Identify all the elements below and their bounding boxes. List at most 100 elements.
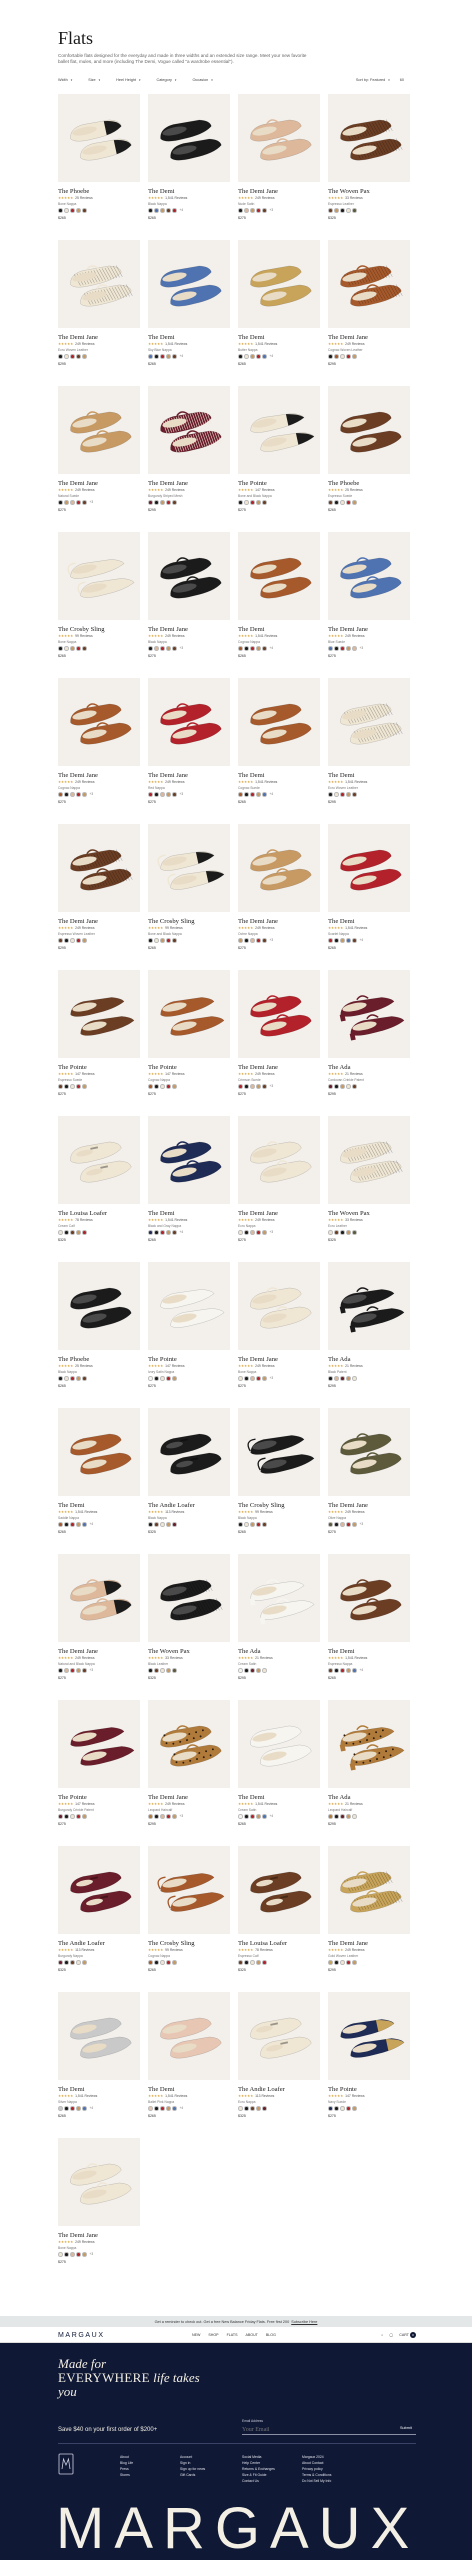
color-swatch[interactable]	[256, 1668, 261, 1673]
color-swatch[interactable]	[250, 938, 255, 943]
review-count[interactable]: 78 Reviews	[75, 1218, 93, 1222]
nav-link-shop[interactable]: SHOP	[208, 2333, 218, 2337]
color-swatch[interactable]	[154, 500, 159, 505]
color-swatch[interactable]	[250, 646, 255, 651]
product-card[interactable]: The Ada ★★★★★ 21 Reviews Leopard Haircalf $2…	[328, 1700, 410, 1846]
more-colors-count[interactable]: +3	[359, 1522, 363, 1526]
color-swatch[interactable]	[328, 1230, 333, 1235]
product-card[interactable]: The Demi Jane ★★★★★ 249 Reviews Black Nappa…	[148, 532, 230, 678]
color-swatch[interactable]	[346, 208, 351, 213]
more-colors-count[interactable]: +4	[269, 354, 273, 358]
color-swatch[interactable]	[172, 1522, 177, 1527]
product-image[interactable]	[148, 1992, 230, 2080]
product-name[interactable]: The Phoebe	[58, 1356, 140, 1363]
color-swatch[interactable]	[340, 1376, 345, 1381]
color-swatch[interactable]	[148, 500, 153, 505]
product-name[interactable]: The Demi Jane	[328, 626, 410, 633]
product-name[interactable]: The Demi	[238, 772, 320, 779]
color-swatch[interactable]	[172, 1814, 177, 1819]
color-swatch[interactable]	[250, 1084, 255, 1089]
color-swatch[interactable]	[250, 1522, 255, 1527]
color-swatch[interactable]	[340, 500, 345, 505]
product-image[interactable]	[148, 1408, 230, 1496]
product-card[interactable]: The Demi Jane ★★★★★ 249 Reviews Burgundy St…	[148, 386, 230, 532]
product-card[interactable]: The Demi ★★★★★ 1,541 Reviews Ecru Woven Lea…	[328, 678, 410, 824]
color-swatch[interactable]	[256, 646, 261, 651]
review-count[interactable]: 249 Reviews	[165, 780, 184, 784]
nav-link-flats[interactable]: FLATS	[227, 2333, 238, 2337]
review-count[interactable]: 147 Reviews	[165, 1072, 184, 1076]
product-name[interactable]: The Pointe	[58, 1794, 140, 1801]
product-card[interactable]: The Demi Jane ★★★★★ 249 Reviews Cognac Wove…	[328, 240, 410, 386]
more-colors-count[interactable]: +3	[89, 792, 93, 796]
product-card[interactable]: The Demi Jane ★★★★★ 249 Reviews Blue Suede +…	[328, 532, 410, 678]
color-swatch[interactable]	[160, 500, 165, 505]
product-name[interactable]: The Demi	[148, 334, 230, 341]
product-card[interactable]: The Andie Loafer ★★★★★ 113 Reviews Ecru Nap…	[238, 1992, 320, 2138]
product-image[interactable]	[328, 94, 410, 182]
color-swatch[interactable]	[328, 1668, 333, 1673]
color-swatch[interactable]	[340, 1960, 345, 1965]
color-swatch[interactable]	[148, 938, 153, 943]
color-swatch[interactable]	[76, 646, 81, 651]
product-card[interactable]: The Demi ★★★★★ 1,541 Reviews Cognac Suede +4…	[238, 678, 320, 824]
color-swatch[interactable]	[58, 1522, 63, 1527]
newsletter-submit-button[interactable]: Submit	[400, 2426, 412, 2430]
product-card[interactable]: The Demi Jane ★★★★★ 249 Reviews Bone Nappa +…	[238, 1262, 320, 1408]
color-swatch[interactable]	[166, 1376, 171, 1381]
color-swatch[interactable]	[58, 1230, 63, 1235]
product-card[interactable]: The Louisa Loafer ★★★★★ 78 Reviews Cream Ca…	[58, 1116, 140, 1262]
product-card[interactable]: The Louisa Loafer ★★★★★ 78 Reviews Espresso…	[238, 1846, 320, 1992]
color-swatch[interactable]	[352, 1668, 357, 1673]
product-card[interactable]: The Andie Loafer ★★★★★ 113 Reviews Black Na…	[148, 1408, 230, 1554]
color-swatch[interactable]	[328, 2106, 333, 2111]
review-count[interactable]: 249 Reviews	[255, 926, 274, 930]
product-card[interactable]: The Andie Loafer ★★★★★ 113 Reviews Burgundy…	[58, 1846, 140, 1992]
product-name[interactable]: The Pointe	[328, 2086, 410, 2093]
footer-link[interactable]: Stores	[120, 2472, 133, 2478]
color-swatch[interactable]	[58, 208, 63, 213]
color-swatch[interactable]	[340, 792, 345, 797]
color-swatch[interactable]	[172, 646, 177, 651]
color-swatch[interactable]	[58, 1376, 63, 1381]
product-name[interactable]: The Demi Jane	[58, 334, 140, 341]
product-card[interactable]: The Pointe ★★★★★ 147 Reviews Bone and Black…	[238, 386, 320, 532]
product-name[interactable]: The Demi	[328, 918, 410, 925]
color-swatch[interactable]	[82, 1376, 87, 1381]
footer-link[interactable]: Contact Us	[242, 2478, 275, 2484]
review-count[interactable]: 249 Reviews	[345, 1510, 364, 1514]
product-name[interactable]: The Demi Jane	[58, 1648, 140, 1655]
color-swatch[interactable]	[238, 354, 243, 359]
color-swatch[interactable]	[166, 1230, 171, 1235]
color-swatch[interactable]	[154, 208, 159, 213]
product-card[interactable]: The Demi Jane ★★★★★ 249 Reviews Natural and…	[58, 1554, 140, 1700]
product-card[interactable]: The Demi Jane ★★★★★ 249 Reviews Olive Nappa…	[328, 1408, 410, 1554]
color-swatch[interactable]	[70, 1230, 75, 1235]
product-name[interactable]: The Demi	[328, 1648, 410, 1655]
color-swatch[interactable]	[238, 1522, 243, 1527]
product-image[interactable]	[58, 1846, 140, 1934]
product-name[interactable]: The Demi Jane	[148, 626, 230, 633]
product-image[interactable]	[238, 1262, 320, 1350]
color-swatch[interactable]	[160, 792, 165, 797]
color-swatch[interactable]	[346, 1084, 351, 1089]
color-swatch[interactable]	[334, 1814, 339, 1819]
color-swatch[interactable]	[160, 646, 165, 651]
color-swatch[interactable]	[154, 2106, 159, 2111]
color-swatch[interactable]	[76, 938, 81, 943]
color-swatch[interactable]	[256, 938, 261, 943]
color-swatch[interactable]	[64, 354, 69, 359]
more-colors-count[interactable]: +3	[269, 1230, 273, 1234]
product-image[interactable]	[328, 1408, 410, 1496]
more-colors-count[interactable]: +3	[359, 646, 363, 650]
color-swatch[interactable]	[244, 354, 249, 359]
product-image[interactable]	[238, 240, 320, 328]
product-image[interactable]	[238, 970, 320, 1058]
product-image[interactable]	[58, 970, 140, 1058]
review-count[interactable]: 147 Reviews	[75, 1072, 94, 1076]
color-swatch[interactable]	[238, 500, 243, 505]
color-swatch[interactable]	[76, 1814, 81, 1819]
color-swatch[interactable]	[334, 1376, 339, 1381]
color-swatch[interactable]	[70, 938, 75, 943]
product-name[interactable]: The Demi Jane	[238, 188, 320, 195]
